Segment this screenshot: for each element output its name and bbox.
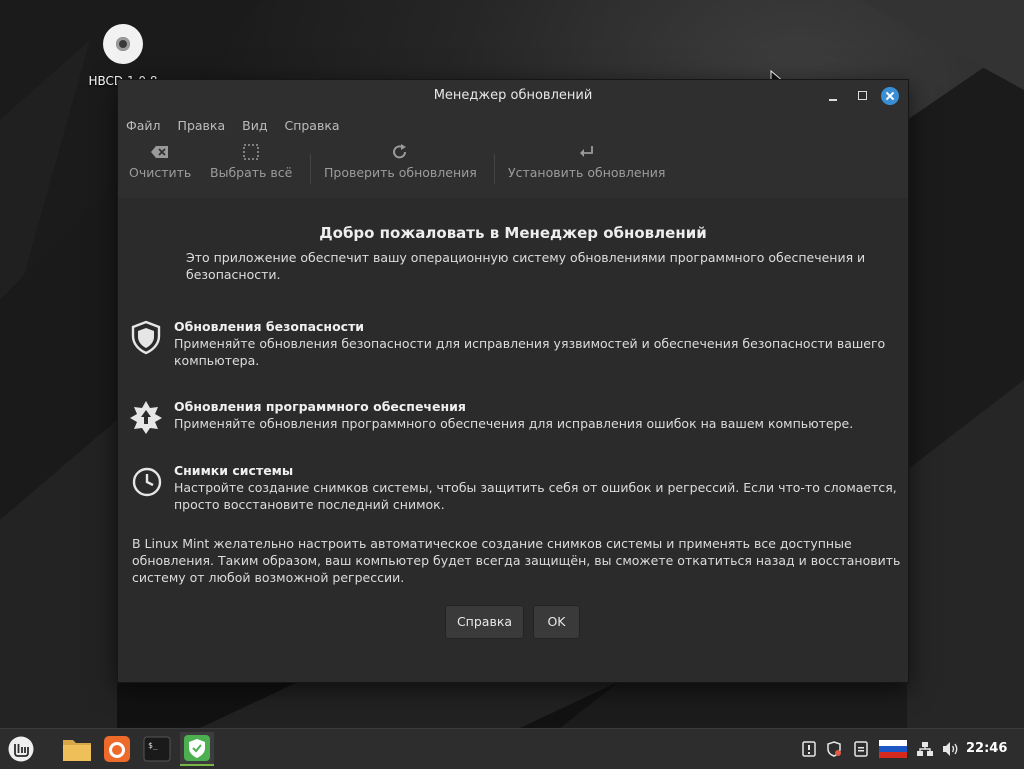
clock[interactable]: 22:46 (966, 741, 1007, 756)
mint-menu-icon (8, 736, 34, 762)
files-icon (63, 740, 91, 761)
tray-volume[interactable] (940, 729, 962, 769)
terminal-launcher[interactable]: $_ (140, 732, 174, 766)
tray-clipboard[interactable] (852, 729, 870, 769)
menu-edit[interactable]: Правка (178, 118, 226, 133)
flag-ru-icon (879, 740, 907, 758)
disc-icon (103, 24, 143, 64)
toolbar-separator (494, 154, 495, 184)
return-arrow-icon (579, 142, 595, 162)
clear-button[interactable]: Очистить (129, 138, 191, 180)
toolbar-separator (310, 154, 311, 184)
firefox-icon (104, 736, 130, 762)
window-title: Менеджер обновлений (433, 88, 593, 103)
tray-notification[interactable] (800, 729, 818, 769)
ok-button[interactable]: OK (533, 605, 580, 639)
firefox-launcher[interactable] (100, 732, 134, 766)
feature-description: Применяйте обновления безопасности для и… (174, 336, 886, 368)
maximize-button[interactable] (855, 88, 871, 104)
toolbar: Очистить Выбрать всё Проверить обновлени… (118, 138, 908, 199)
feature-title: Снимки системы (174, 463, 294, 478)
welcome-panel: Добро пожаловать в Менеджер обновлений Э… (118, 198, 908, 682)
update-manager-window: Менеджер обновлений Файл Правка Вид Спра… (117, 79, 909, 683)
welcome-outro: В Linux Mint желательно настроить автома… (132, 536, 901, 585)
select-all-icon (243, 142, 259, 162)
clipboard-icon (854, 741, 868, 757)
taskbar: $_ 22:46 (0, 728, 1024, 769)
notification-icon (802, 741, 816, 757)
update-shield-icon (827, 741, 841, 757)
check-updates-label: Проверить обновления (324, 165, 477, 180)
clear-label: Очистить (129, 165, 192, 180)
feature-description: Настройте создание снимков системы, чтоб… (174, 480, 897, 512)
minimize-button[interactable] (826, 88, 842, 104)
select-all-button[interactable]: Выбрать всё (210, 138, 292, 180)
refresh-icon (391, 142, 409, 162)
menu-file[interactable]: Файл (126, 118, 161, 133)
shield-icon (128, 319, 164, 355)
tray-update-shield[interactable] (824, 729, 844, 769)
tray-keyboard-layout[interactable] (878, 729, 908, 769)
welcome-title: Добро пожаловать в Менеджер обновлений (319, 224, 707, 242)
select-all-label: Выбрать всё (210, 165, 293, 180)
update-manager-taskbutton[interactable] (180, 732, 214, 766)
menubar: Файл Правка Вид Справка (118, 112, 908, 138)
welcome-intro: Это приложение обеспечит вашу операционн… (186, 250, 866, 282)
titlebar[interactable]: Менеджер обновлений (118, 80, 908, 112)
update-manager-icon (184, 735, 210, 761)
feature-description: Применяйте обновления программного обесп… (174, 416, 854, 431)
check-updates-button[interactable]: Проверить обновления (324, 138, 477, 180)
close-button[interactable] (881, 87, 899, 105)
files-launcher[interactable] (60, 732, 94, 766)
feature-title: Обновления безопасности (174, 319, 365, 334)
menu-view[interactable]: Вид (242, 118, 267, 133)
tray-network[interactable] (914, 729, 936, 769)
clear-icon (151, 142, 169, 162)
mint-menu-button[interactable] (4, 732, 38, 766)
feature-title: Обновления программного обеспечения (174, 399, 466, 414)
install-updates-label: Установить обновления (508, 165, 666, 180)
menu-help[interactable]: Справка (284, 118, 339, 133)
clock-icon (128, 463, 164, 499)
terminal-icon: $_ (143, 736, 171, 762)
help-button[interactable]: Справка (445, 605, 524, 639)
network-icon (917, 742, 933, 756)
star-badge-icon (128, 399, 164, 435)
volume-icon (943, 742, 958, 756)
svg-text:$_: $_ (148, 741, 158, 750)
install-updates-button[interactable]: Установить обновления (508, 138, 665, 180)
